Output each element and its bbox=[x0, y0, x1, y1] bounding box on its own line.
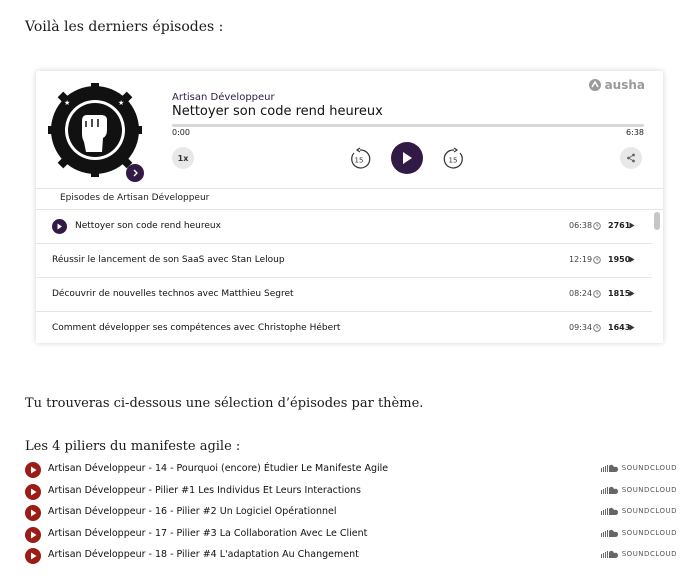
ausha-label: ausha bbox=[604, 78, 645, 92]
share-icon bbox=[627, 153, 635, 163]
episode-list-scrollbar[interactable] bbox=[653, 210, 661, 343]
forward-icon: 15 bbox=[443, 147, 463, 169]
play-icon[interactable] bbox=[25, 462, 41, 478]
share-button[interactable] bbox=[620, 147, 642, 169]
play-icon[interactable] bbox=[25, 483, 41, 500]
time-elapsed: 0:00 bbox=[172, 128, 190, 137]
clock-icon bbox=[593, 290, 601, 298]
soundcloud-icon bbox=[600, 550, 618, 558]
track-title[interactable]: Artisan Développeur - 17 - Pilier #3 La … bbox=[48, 528, 367, 539]
play-button[interactable] bbox=[391, 142, 423, 174]
clock-icon bbox=[593, 324, 601, 332]
soundcloud-track: Artisan Développeur - 14 - Pourquoi (enc… bbox=[25, 460, 677, 482]
play-icon[interactable] bbox=[25, 526, 41, 543]
episode-list-header: Episodes de Artisan Développeur bbox=[36, 188, 663, 210]
soundcloud-logo[interactable]: SOUNDCLOUD bbox=[600, 485, 677, 494]
soundcloud-track: Artisan Développeur - 18 - Pilier #4 L'a… bbox=[25, 546, 677, 568]
play-icon bbox=[403, 152, 412, 164]
rewind-15-button[interactable]: 15 bbox=[348, 147, 372, 171]
track-title[interactable]: Artisan Développeur - 14 - Pourquoi (enc… bbox=[48, 463, 388, 474]
soundcloud-logo[interactable]: SOUNDCLOUD bbox=[600, 507, 677, 515]
soundcloud-label: SOUNDCLOUD bbox=[621, 550, 677, 558]
svg-text:15: 15 bbox=[355, 157, 364, 165]
episode-play-count: 2761 bbox=[608, 221, 631, 230]
svg-text:15: 15 bbox=[449, 157, 458, 165]
ausha-icon bbox=[588, 79, 601, 91]
play-count-icon bbox=[629, 256, 635, 263]
play-count-icon bbox=[629, 290, 635, 297]
track-title[interactable]: Artisan Développeur - 18 - Pilier #4 L'a… bbox=[48, 549, 359, 560]
selection-text: Tu trouveras ci-dessous une sélection d’… bbox=[25, 396, 424, 411]
soundcloud-logo[interactable]: SOUNDCLOUD bbox=[600, 550, 677, 558]
svg-text:★: ★ bbox=[64, 99, 70, 107]
soundcloud-icon bbox=[600, 464, 618, 472]
show-name[interactable]: Artisan Développeur bbox=[172, 92, 275, 103]
scrollbar-thumb[interactable] bbox=[654, 212, 660, 230]
speed-button[interactable]: 1x bbox=[172, 147, 194, 169]
episode-play-count: 1643 bbox=[608, 323, 631, 332]
track-title[interactable]: Artisan Développeur - 16 - Pilier #2 Un … bbox=[48, 506, 337, 517]
soundcloud-label: SOUNDCLOUD bbox=[621, 464, 677, 472]
rewind-icon: 15 bbox=[351, 147, 371, 169]
play-icon[interactable] bbox=[25, 548, 41, 564]
episode-duration: 12:19 bbox=[569, 255, 593, 264]
episode-row[interactable]: Découvrir de nouvelles technos avec Matt… bbox=[36, 278, 652, 312]
soundcloud-label: SOUNDCLOUD bbox=[621, 507, 677, 515]
soundcloud-logo[interactable]: SOUNDCLOUD bbox=[600, 464, 677, 472]
episode-duration: 09:34 bbox=[569, 323, 593, 332]
track-title[interactable]: Artisan Développeur - Pilier #1 Les Indi… bbox=[48, 485, 361, 496]
episode-duration: 08:24 bbox=[569, 289, 593, 298]
episode-row[interactable]: Réussir le lancement de son SaaS avec St… bbox=[36, 244, 652, 278]
episode-title[interactable]: Découvrir de nouvelles technos avec Matt… bbox=[52, 289, 294, 299]
episode-play-count: 1815 bbox=[608, 289, 631, 298]
soundcloud-icon bbox=[600, 529, 618, 537]
episode-title: Nettoyer son code rend heureux bbox=[172, 104, 383, 119]
progress-bar[interactable] bbox=[172, 124, 644, 127]
play-icon[interactable] bbox=[52, 219, 67, 234]
episode-duration: 06:38 bbox=[569, 221, 593, 230]
episode-title[interactable]: Comment développer ses compétences avec … bbox=[52, 323, 340, 333]
clock-icon bbox=[593, 256, 601, 264]
soundcloud-label: SOUNDCLOUD bbox=[621, 528, 677, 537]
forward-15-button[interactable]: 15 bbox=[442, 147, 466, 171]
soundcloud-label: SOUNDCLOUD bbox=[621, 485, 677, 494]
episode-list: Nettoyer son code rend heureux 06:38 276… bbox=[36, 210, 652, 343]
raised-fist-logo-icon: ★ ★ bbox=[48, 83, 142, 177]
soundcloud-icon bbox=[600, 486, 618, 494]
play-count-icon bbox=[629, 222, 635, 229]
soundcloud-icon bbox=[600, 507, 618, 515]
episode-row[interactable]: Nettoyer son code rend heureux 06:38 276… bbox=[36, 210, 652, 244]
episode-row[interactable]: Comment développer ses compétences avec … bbox=[36, 312, 652, 343]
podcast-player: ★ ★ ausha Artisan Développeur Nettoyer s… bbox=[36, 71, 663, 343]
podcast-cover: ★ ★ bbox=[48, 83, 142, 177]
ausha-logo[interactable]: ausha bbox=[588, 78, 645, 92]
play-icon[interactable] bbox=[25, 505, 41, 521]
episode-list-header-label: Episodes de Artisan Développeur bbox=[60, 193, 210, 203]
soundcloud-logo[interactable]: SOUNDCLOUD bbox=[600, 528, 677, 537]
episode-title[interactable]: Réussir le lancement de son SaaS avec St… bbox=[52, 255, 285, 265]
soundcloud-track-list: Artisan Développeur - 14 - Pourquoi (enc… bbox=[25, 460, 677, 568]
soundcloud-track: Artisan Développeur - 16 - Pilier #2 Un … bbox=[25, 503, 677, 525]
time-total: 6:38 bbox=[626, 128, 644, 137]
chevron-right-icon[interactable] bbox=[126, 164, 144, 182]
intro-text: Voilà les derniers épisodes : bbox=[25, 19, 224, 35]
play-count-icon bbox=[629, 324, 635, 331]
clock-icon bbox=[593, 222, 601, 230]
episode-play-count: 1950 bbox=[608, 255, 631, 264]
pillars-heading: Les 4 piliers du manifeste agile : bbox=[25, 439, 241, 454]
soundcloud-track: Artisan Développeur - 17 - Pilier #3 La … bbox=[25, 525, 677, 547]
svg-text:★: ★ bbox=[118, 99, 124, 107]
soundcloud-track: Artisan Développeur - Pilier #1 Les Indi… bbox=[25, 482, 677, 504]
episode-title[interactable]: Nettoyer son code rend heureux bbox=[75, 221, 221, 231]
